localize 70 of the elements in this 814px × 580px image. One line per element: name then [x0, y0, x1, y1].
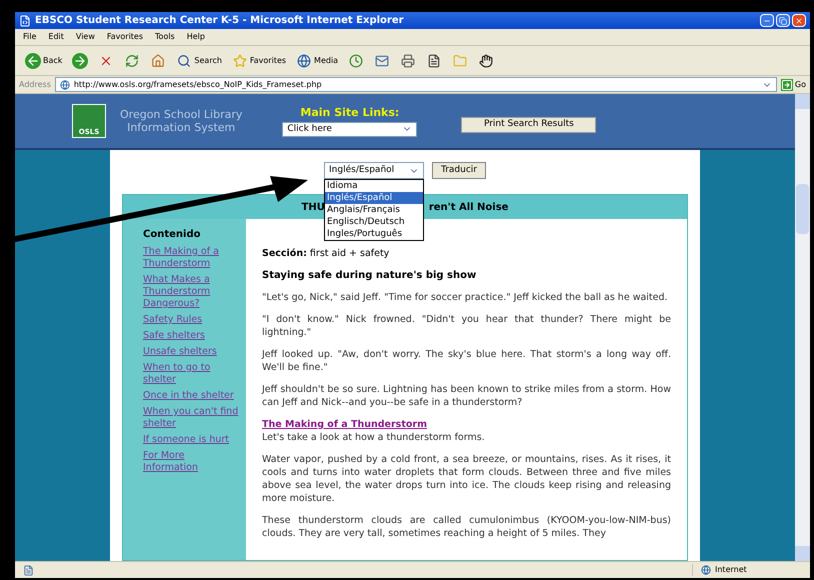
- home-icon: [150, 52, 166, 68]
- site-name: Oregon School Library: [120, 108, 242, 121]
- contents-link[interactable]: Safety Rules: [143, 314, 240, 326]
- section-link[interactable]: The Making of a Thunderstorm: [262, 418, 671, 431]
- language-select[interactable]: Inglés/Español: [324, 162, 424, 179]
- address-label: Address: [19, 78, 51, 90]
- printer-icon: [400, 52, 416, 68]
- menu-item[interactable]: Edit: [48, 31, 64, 43]
- contents-link[interactable]: The Making of a Thunderstorm: [143, 246, 240, 270]
- restore-button[interactable]: [776, 14, 790, 27]
- clock-icon: [348, 52, 364, 68]
- contents-link[interactable]: When to go to shelter: [143, 362, 240, 386]
- search-button[interactable]: Search: [174, 50, 224, 72]
- contents-link[interactable]: For More Information: [143, 450, 240, 474]
- back-button[interactable]: Back: [23, 50, 64, 72]
- language-option[interactable]: Anglais/Français: [325, 204, 424, 216]
- article-paragraph: Jeff shouldn't be so sure. Lightning has been known to strike miles from a storm. How can Jeff and Nick--and you--be safe in a thunderstorm?: [262, 383, 671, 409]
- language-option[interactable]: Englisch/Deutsch: [325, 216, 424, 228]
- article-paragraph: "I don't know." Nick frowned. "Didn't you hear that thunder? There might be lightning.": [262, 313, 671, 339]
- contents-heading: Contenido: [143, 228, 202, 242]
- links-select[interactable]: Click here: [282, 122, 418, 137]
- menu-item[interactable]: Tools: [155, 31, 175, 43]
- address-field[interactable]: http://www.osls.org/framesets/ebsco_NoIP_Kids_Frameset.php: [54, 77, 777, 92]
- page-icon: [23, 564, 34, 576]
- globe-icon: [296, 52, 312, 68]
- article-heading: Staying safe during nature's big show: [262, 269, 478, 282]
- restore-icon: [779, 16, 787, 24]
- window-title: EBSCO Student Research Center K-5 - Microsoft Internet Explorer: [35, 14, 404, 28]
- site-name: Information System: [126, 121, 236, 134]
- language-option[interactable]: Idioma: [325, 180, 424, 192]
- minimize-button[interactable]: [760, 14, 774, 27]
- media-button[interactable]: Media: [294, 50, 340, 72]
- hand-icon: [478, 52, 494, 68]
- document-icon: [426, 52, 442, 68]
- contents-link[interactable]: When you can't find shelter: [143, 406, 240, 430]
- refresh-icon: [124, 52, 140, 68]
- links-label: Main Site Links:: [300, 105, 400, 122]
- search-icon: [176, 52, 192, 68]
- menu-item[interactable]: View: [76, 31, 95, 43]
- browser-icon: [19, 14, 31, 26]
- menu-item[interactable]: Help: [186, 31, 205, 43]
- article-paragraph: Water vapor, pushed by a cold front, a sea breeze, or mountains, rises. As it rises, it cools and turns into water droplets that form clouds. Between three and five miles above sea level, the water drops turn into ice. The clouds keep rising and releasing more moisture.: [262, 453, 671, 505]
- globe-icon: [701, 565, 711, 575]
- favorites-button[interactable]: Favorites: [230, 50, 288, 72]
- article-title: ren't All Noise: [428, 200, 508, 214]
- article-paragraph: Let's take a look at how a thunderstorm forms.: [262, 431, 486, 444]
- scrollbar[interactable]: [795, 94, 810, 561]
- menu-item[interactable]: Favorites: [106, 31, 144, 43]
- menu-item[interactable]: File: [23, 31, 36, 43]
- contents-link[interactable]: What Makes a Thunderstorm Dangerous?: [143, 274, 240, 310]
- contents-link[interactable]: Unsafe shelters: [143, 346, 240, 358]
- go-button[interactable]: Go: [780, 78, 806, 90]
- translate-button[interactable]: Traducir: [432, 162, 486, 179]
- language-option[interactable]: Ingles/Português: [325, 228, 424, 240]
- folder-icon: [452, 52, 468, 68]
- close-button[interactable]: [792, 14, 806, 27]
- section-line: Sección: first aid + safety: [262, 247, 390, 260]
- language-option[interactable]: Inglés/Español: [325, 192, 424, 204]
- article-paragraph: "Let's go, Nick," said Jeff. "Time for soccer practice." Jeff kicked the ball as he waited.: [262, 291, 669, 304]
- zone-label: Internet: [715, 564, 747, 576]
- contents-link[interactable]: Safe shelters: [143, 330, 240, 342]
- page-globe-icon: [60, 80, 70, 90]
- print-results-button[interactable]: Print Search Results: [461, 117, 596, 133]
- article-paragraph: Jeff looked up. "Aw, don't worry. The sky's blue here. That storm's a long way off. We'll be fine.": [262, 348, 671, 374]
- contents-link[interactable]: If someone is hurt: [143, 434, 240, 446]
- article-paragraph: These thunderstorm clouds are called cumulonimbus (KYOOM-you-low-NIM-bus) clouds. They are very tall, sometimes reaching a height of 5 miles. They: [262, 514, 671, 540]
- close-icon: [795, 16, 803, 24]
- article-title: THU: [302, 200, 325, 214]
- star-icon: [232, 52, 248, 68]
- contents-link[interactable]: Once in the shelter: [143, 390, 240, 402]
